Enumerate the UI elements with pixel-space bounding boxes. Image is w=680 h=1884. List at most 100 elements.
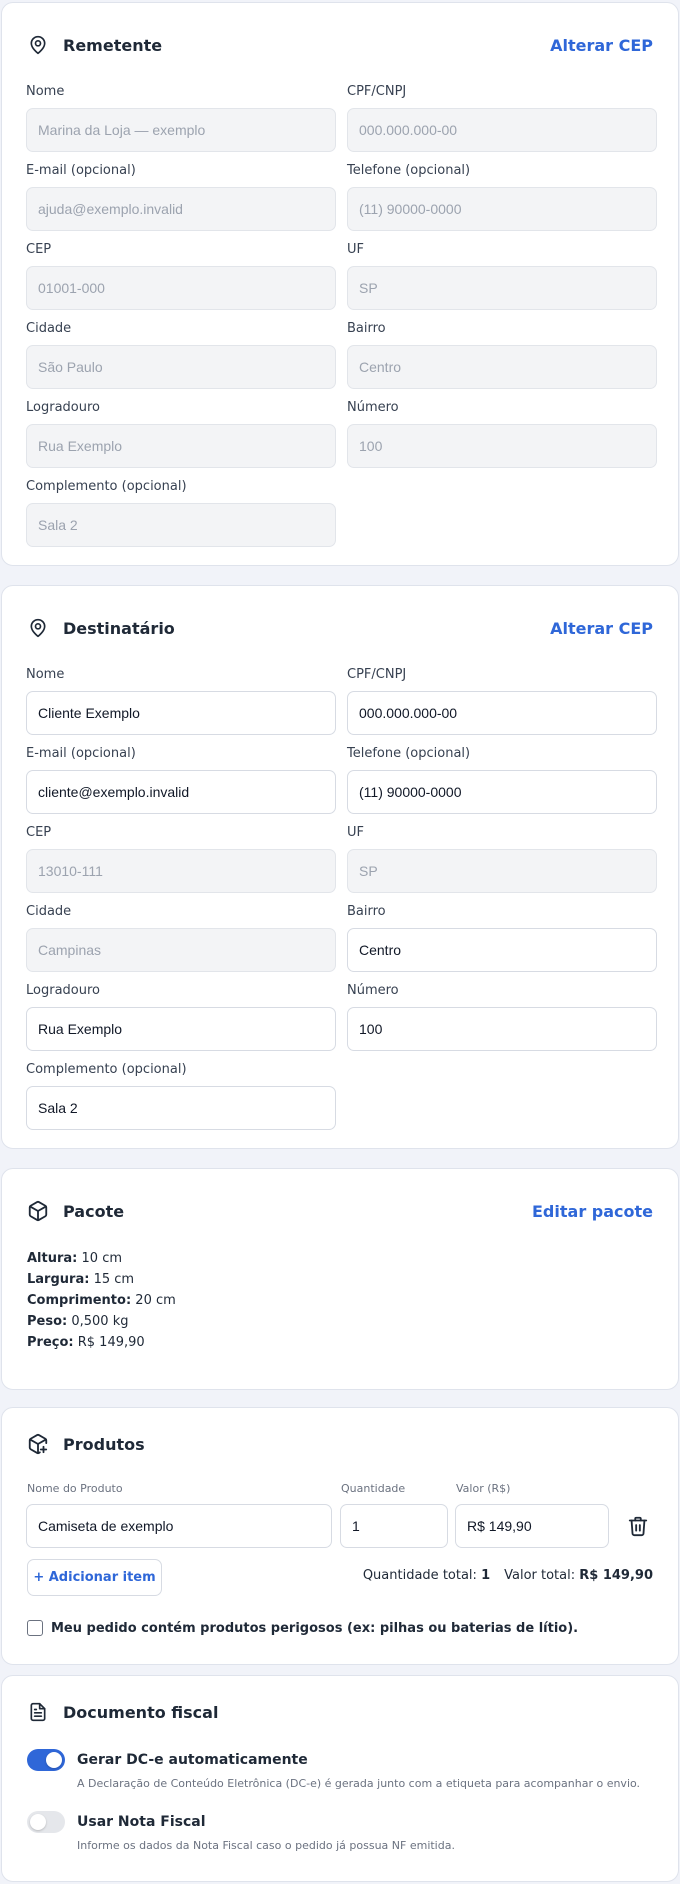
destinatario-numero-field[interactable] [347, 1007, 657, 1051]
document-icon [27, 1700, 49, 1724]
destinatario-doc-group: CPF/CNPJ [347, 666, 657, 735]
remetente-cep-field[interactable] [26, 266, 336, 310]
gerar-dce-desc: A Declaração de Conteúdo Eletrônica (DC-… [77, 1777, 641, 1790]
remetente-uf-label: UF [347, 242, 364, 257]
gerar-dce-title: Gerar DC-e automaticamente [77, 1752, 308, 1768]
destinatario-telefone-label: Telefone (opcional) [347, 746, 471, 761]
produtos-perigosos-row[interactable]: Meu pedido contém produtos perigosos (ex… [27, 1620, 578, 1636]
pacote-comprimento-value: 20 cm [135, 1293, 176, 1308]
produtos-title: Produtos [63, 1434, 145, 1454]
remetente-cep-group: CEP [26, 241, 336, 310]
remetente-header: Remetente Alterar CEP [27, 31, 653, 59]
pacote-altura-value: 10 cm [81, 1251, 123, 1266]
remetente-doc-label: CPF/CNPJ [347, 84, 407, 99]
produto-valor-field[interactable] [455, 1504, 609, 1548]
pacote-details: Altura: 10 cm Largura: 15 cm Comprimento… [27, 1248, 176, 1353]
pacote-largura-label: Largura: [27, 1272, 90, 1287]
usar-nf-title: Usar Nota Fiscal [77, 1814, 206, 1830]
editar-pacote-button[interactable]: Editar pacote [532, 1202, 653, 1221]
remetente-cidade-group: Cidade [26, 320, 336, 389]
remetente-cidade-field[interactable] [26, 345, 336, 389]
pacote-peso: Peso: 0,500 kg [27, 1311, 176, 1332]
destinatario-bairro-field[interactable] [347, 928, 657, 972]
remetente-title: Remetente [63, 35, 163, 55]
remetente-bairro-label: Bairro [347, 321, 386, 336]
remetente-bairro-group: Bairro [347, 320, 657, 389]
fiscal-header: Documento fiscal [27, 1698, 653, 1726]
destinatario-doc-label: CPF/CNPJ [347, 667, 407, 682]
remetente-telefone-field[interactable] [347, 187, 657, 231]
quantidade-total-label: Quantidade total: [362, 1568, 477, 1583]
destinatario-uf-field[interactable] [347, 849, 657, 893]
destinatario-numero-group: Número [347, 982, 657, 1051]
destinatario-complemento-label: Complemento (opcional) [26, 1062, 187, 1077]
destinatario-logradouro-label: Logradouro [26, 983, 100, 998]
remetente-nome-group: Nome [26, 83, 336, 152]
remetente-complemento-field[interactable] [26, 503, 336, 547]
remetente-telefone-label: Telefone (opcional) [347, 163, 471, 178]
destinatario-cidade-label: Cidade [26, 904, 72, 919]
pacote-largura: Largura: 15 cm [27, 1269, 176, 1290]
destinatario-telefone-field[interactable] [347, 770, 657, 814]
valor-total-label: Valor total: [504, 1568, 576, 1583]
pacote-card: Pacote Editar pacote Altura: 10 cm Largu… [1, 1168, 679, 1390]
usar-nf-row: Usar Nota Fiscal Informe os dados da Not… [27, 1811, 455, 1852]
destinatario-complemento-group: Complemento (opcional) [26, 1061, 336, 1130]
remetente-card: Remetente Alterar CEP Nome CPF/CNPJ E-ma… [1, 2, 679, 566]
gerar-dce-row: Gerar DC-e automaticamente A Declaração … [27, 1749, 640, 1790]
usar-nf-desc: Informe os dados da Nota Fiscal caso o p… [77, 1839, 455, 1852]
pacote-preco: Preço: R$ 149,90 [27, 1332, 176, 1353]
trash-icon[interactable] [627, 1514, 651, 1538]
gerar-dce-toggle[interactable] [27, 1749, 65, 1771]
destinatario-cep-group: CEP [26, 824, 336, 893]
destinatario-logradouro-field[interactable] [26, 1007, 336, 1051]
pacote-peso-value: 0,500 kg [71, 1314, 129, 1329]
destinatario-complemento-field[interactable] [26, 1086, 336, 1130]
remetente-email-field[interactable] [26, 187, 336, 231]
toggle-knob [46, 1752, 62, 1768]
destinatario-alterar-cep-button[interactable]: Alterar CEP [550, 619, 653, 638]
pacote-header: Pacote Editar pacote [27, 1197, 653, 1225]
valor-total-value: R$ 149,90 [579, 1568, 653, 1583]
remetente-nome-field[interactable] [26, 108, 336, 152]
remetente-complemento-group: Complemento (opcional) [26, 478, 336, 547]
remetente-email-group: E-mail (opcional) [26, 162, 336, 231]
remetente-logradouro-group: Logradouro [26, 399, 336, 468]
destinatario-email-group: E-mail (opcional) [26, 745, 336, 814]
destinatario-nome-label: Nome [26, 667, 65, 682]
remetente-uf-group: UF [347, 241, 657, 310]
destinatario-cep-label: CEP [26, 825, 52, 840]
pacote-preco-label: Preço: [27, 1335, 74, 1350]
remetente-cep-label: CEP [26, 242, 52, 257]
destinatario-cep-field[interactable] [26, 849, 336, 893]
map-pin-icon [27, 33, 49, 57]
col-quantidade-header: Quantidade [341, 1482, 406, 1495]
adicionar-item-button[interactable]: + Adicionar item [27, 1559, 162, 1596]
remetente-doc-field[interactable] [347, 108, 657, 152]
remetente-email-label: E-mail (opcional) [26, 163, 136, 178]
pacote-largura-value: 15 cm [93, 1272, 135, 1287]
remetente-alterar-cep-button[interactable]: Alterar CEP [550, 36, 653, 55]
remetente-uf-field[interactable] [347, 266, 657, 310]
remetente-numero-group: Número [347, 399, 657, 468]
remetente-logradouro-field[interactable] [26, 424, 336, 468]
produtos-card: Produtos Nome do Produto Quantidade Valo… [1, 1407, 679, 1665]
produto-nome-field[interactable] [26, 1504, 332, 1548]
destinatario-nome-field[interactable] [26, 691, 336, 735]
destinatario-header: Destinatário Alterar CEP [27, 614, 653, 642]
destinatario-email-field[interactable] [26, 770, 336, 814]
valor-total: Valor total: R$ 149,90 [504, 1568, 653, 1583]
remetente-numero-field[interactable] [347, 424, 657, 468]
pacote-altura-label: Altura: [27, 1251, 78, 1266]
destinatario-bairro-group: Bairro [347, 903, 657, 972]
usar-nf-toggle[interactable] [27, 1811, 65, 1833]
produto-quantidade-field[interactable] [340, 1504, 448, 1548]
produtos-perigosos-checkbox[interactable] [27, 1620, 43, 1636]
destinatario-cidade-field[interactable] [26, 928, 336, 972]
remetente-logradouro-label: Logradouro [26, 400, 100, 415]
produtos-header: Produtos [27, 1430, 653, 1458]
remetente-bairro-field[interactable] [347, 345, 657, 389]
box-icon [27, 1199, 49, 1223]
destinatario-doc-field[interactable] [347, 691, 657, 735]
destinatario-title: Destinatário [63, 618, 175, 638]
